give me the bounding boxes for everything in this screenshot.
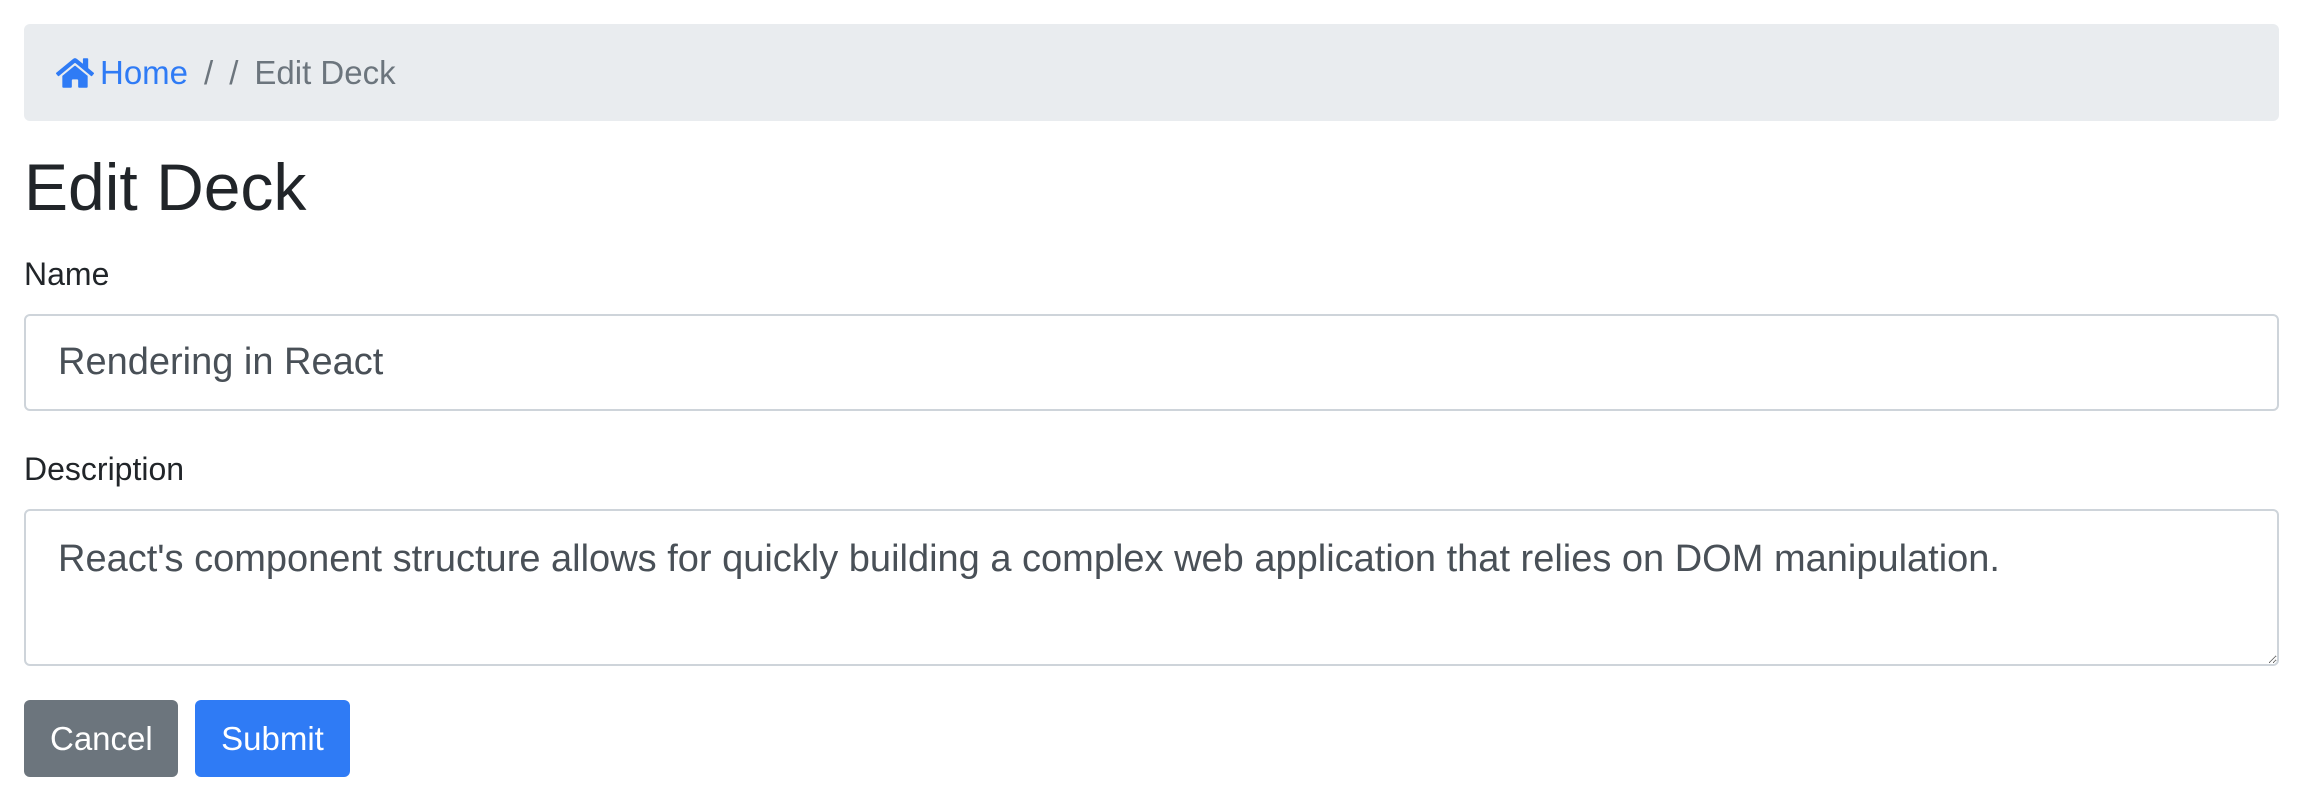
- name-input[interactable]: [24, 314, 2279, 411]
- description-textarea[interactable]: React's component structure allows for q…: [24, 509, 2279, 666]
- breadcrumb-home-label[interactable]: Home: [100, 54, 188, 92]
- submit-button[interactable]: Submit: [195, 700, 350, 777]
- breadcrumb-item-active: Edit Deck: [254, 53, 396, 91]
- breadcrumb: Home / / Edit Deck: [24, 24, 2279, 121]
- breadcrumb-separator: /: [204, 53, 214, 91]
- edit-deck-page: Home / / Edit Deck Edit Deck Name Descri…: [24, 24, 2279, 777]
- breadcrumb-separator: /: [229, 53, 239, 91]
- cancel-button[interactable]: Cancel: [24, 700, 178, 777]
- home-icon: [56, 57, 94, 88]
- description-label: Description: [24, 451, 185, 487]
- breadcrumb-home-link[interactable]: Home: [56, 54, 188, 92]
- page-title: Edit Deck: [24, 150, 307, 224]
- name-label: Name: [24, 256, 110, 292]
